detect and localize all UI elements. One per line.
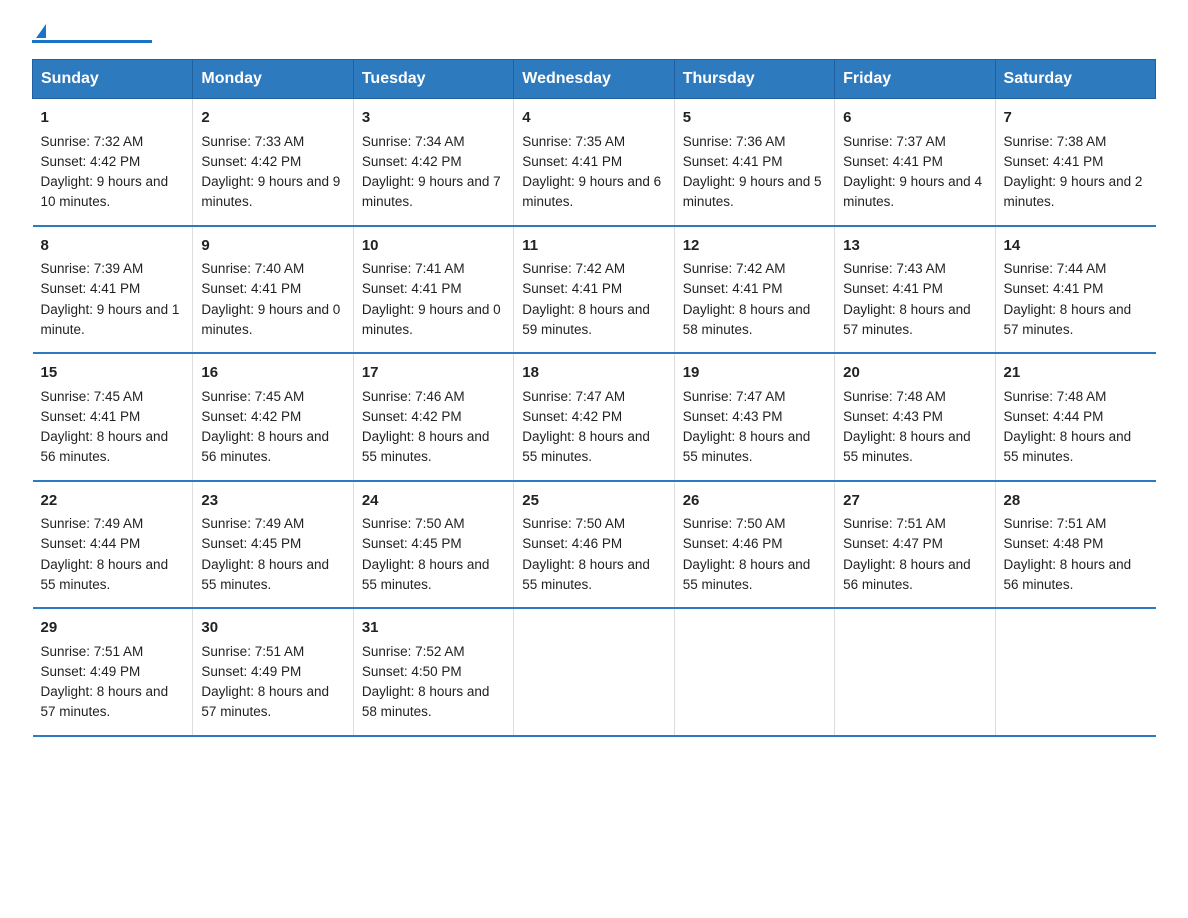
day-cell-18: 18Sunrise: 7:47 AMSunset: 4:42 PMDayligh…	[514, 353, 674, 481]
day-cell-14: 14Sunrise: 7:44 AMSunset: 4:41 PMDayligh…	[995, 226, 1155, 354]
week-row-1: 1Sunrise: 7:32 AMSunset: 4:42 PMDaylight…	[33, 99, 1156, 226]
day-number: 6	[843, 107, 986, 130]
calendar-header-row: SundayMondayTuesdayWednesdayThursdayFrid…	[33, 60, 1156, 99]
header-wednesday: Wednesday	[514, 60, 674, 99]
empty-cell-w4c5	[835, 608, 995, 736]
day-cell-27: 27Sunrise: 7:51 AMSunset: 4:47 PMDayligh…	[835, 481, 995, 609]
week-row-5: 29Sunrise: 7:51 AMSunset: 4:49 PMDayligh…	[33, 608, 1156, 736]
day-number: 2	[201, 107, 344, 130]
empty-cell-w4c6	[995, 608, 1155, 736]
day-number: 27	[843, 490, 986, 513]
page-header	[32, 24, 1156, 43]
day-cell-3: 3Sunrise: 7:34 AMSunset: 4:42 PMDaylight…	[353, 99, 513, 226]
day-number: 8	[41, 235, 185, 258]
day-cell-13: 13Sunrise: 7:43 AMSunset: 4:41 PMDayligh…	[835, 226, 995, 354]
day-number: 10	[362, 235, 505, 258]
logo	[32, 24, 152, 43]
header-sunday: Sunday	[33, 60, 193, 99]
day-cell-31: 31Sunrise: 7:52 AMSunset: 4:50 PMDayligh…	[353, 608, 513, 736]
day-number: 3	[362, 107, 505, 130]
day-number: 19	[683, 362, 826, 385]
day-number: 22	[41, 490, 185, 513]
day-number: 4	[522, 107, 665, 130]
day-cell-26: 26Sunrise: 7:50 AMSunset: 4:46 PMDayligh…	[674, 481, 834, 609]
header-tuesday: Tuesday	[353, 60, 513, 99]
day-cell-22: 22Sunrise: 7:49 AMSunset: 4:44 PMDayligh…	[33, 481, 193, 609]
day-cell-30: 30Sunrise: 7:51 AMSunset: 4:49 PMDayligh…	[193, 608, 353, 736]
empty-cell-w4c4	[674, 608, 834, 736]
day-cell-23: 23Sunrise: 7:49 AMSunset: 4:45 PMDayligh…	[193, 481, 353, 609]
day-cell-12: 12Sunrise: 7:42 AMSunset: 4:41 PMDayligh…	[674, 226, 834, 354]
day-cell-2: 2Sunrise: 7:33 AMSunset: 4:42 PMDaylight…	[193, 99, 353, 226]
day-cell-17: 17Sunrise: 7:46 AMSunset: 4:42 PMDayligh…	[353, 353, 513, 481]
day-cell-28: 28Sunrise: 7:51 AMSunset: 4:48 PMDayligh…	[995, 481, 1155, 609]
day-cell-4: 4Sunrise: 7:35 AMSunset: 4:41 PMDaylight…	[514, 99, 674, 226]
day-number: 11	[522, 235, 665, 258]
day-number: 18	[522, 362, 665, 385]
day-number: 16	[201, 362, 344, 385]
day-number: 15	[41, 362, 185, 385]
day-cell-7: 7Sunrise: 7:38 AMSunset: 4:41 PMDaylight…	[995, 99, 1155, 226]
day-cell-21: 21Sunrise: 7:48 AMSunset: 4:44 PMDayligh…	[995, 353, 1155, 481]
day-cell-8: 8Sunrise: 7:39 AMSunset: 4:41 PMDaylight…	[33, 226, 193, 354]
week-row-2: 8Sunrise: 7:39 AMSunset: 4:41 PMDaylight…	[33, 226, 1156, 354]
day-number: 25	[522, 490, 665, 513]
day-number: 13	[843, 235, 986, 258]
week-row-3: 15Sunrise: 7:45 AMSunset: 4:41 PMDayligh…	[33, 353, 1156, 481]
day-cell-19: 19Sunrise: 7:47 AMSunset: 4:43 PMDayligh…	[674, 353, 834, 481]
empty-cell-w4c3	[514, 608, 674, 736]
day-number: 1	[41, 107, 185, 130]
day-number: 23	[201, 490, 344, 513]
day-cell-24: 24Sunrise: 7:50 AMSunset: 4:45 PMDayligh…	[353, 481, 513, 609]
day-number: 20	[843, 362, 986, 385]
day-number: 24	[362, 490, 505, 513]
header-monday: Monday	[193, 60, 353, 99]
day-number: 14	[1004, 235, 1148, 258]
day-cell-29: 29Sunrise: 7:51 AMSunset: 4:49 PMDayligh…	[33, 608, 193, 736]
day-number: 9	[201, 235, 344, 258]
day-cell-5: 5Sunrise: 7:36 AMSunset: 4:41 PMDaylight…	[674, 99, 834, 226]
day-number: 30	[201, 617, 344, 640]
day-number: 12	[683, 235, 826, 258]
day-number: 31	[362, 617, 505, 640]
day-number: 5	[683, 107, 826, 130]
day-number: 28	[1004, 490, 1148, 513]
day-cell-25: 25Sunrise: 7:50 AMSunset: 4:46 PMDayligh…	[514, 481, 674, 609]
day-cell-20: 20Sunrise: 7:48 AMSunset: 4:43 PMDayligh…	[835, 353, 995, 481]
day-cell-9: 9Sunrise: 7:40 AMSunset: 4:41 PMDaylight…	[193, 226, 353, 354]
day-cell-1: 1Sunrise: 7:32 AMSunset: 4:42 PMDaylight…	[33, 99, 193, 226]
day-cell-11: 11Sunrise: 7:42 AMSunset: 4:41 PMDayligh…	[514, 226, 674, 354]
header-friday: Friday	[835, 60, 995, 99]
calendar-table: SundayMondayTuesdayWednesdayThursdayFrid…	[32, 59, 1156, 737]
day-cell-6: 6Sunrise: 7:37 AMSunset: 4:41 PMDaylight…	[835, 99, 995, 226]
day-number: 7	[1004, 107, 1148, 130]
logo-triangle-icon	[36, 24, 46, 38]
day-number: 17	[362, 362, 505, 385]
day-number: 29	[41, 617, 185, 640]
header-saturday: Saturday	[995, 60, 1155, 99]
logo-underline	[32, 40, 152, 43]
day-cell-16: 16Sunrise: 7:45 AMSunset: 4:42 PMDayligh…	[193, 353, 353, 481]
week-row-4: 22Sunrise: 7:49 AMSunset: 4:44 PMDayligh…	[33, 481, 1156, 609]
day-cell-10: 10Sunrise: 7:41 AMSunset: 4:41 PMDayligh…	[353, 226, 513, 354]
day-number: 21	[1004, 362, 1148, 385]
day-cell-15: 15Sunrise: 7:45 AMSunset: 4:41 PMDayligh…	[33, 353, 193, 481]
header-thursday: Thursday	[674, 60, 834, 99]
day-number: 26	[683, 490, 826, 513]
